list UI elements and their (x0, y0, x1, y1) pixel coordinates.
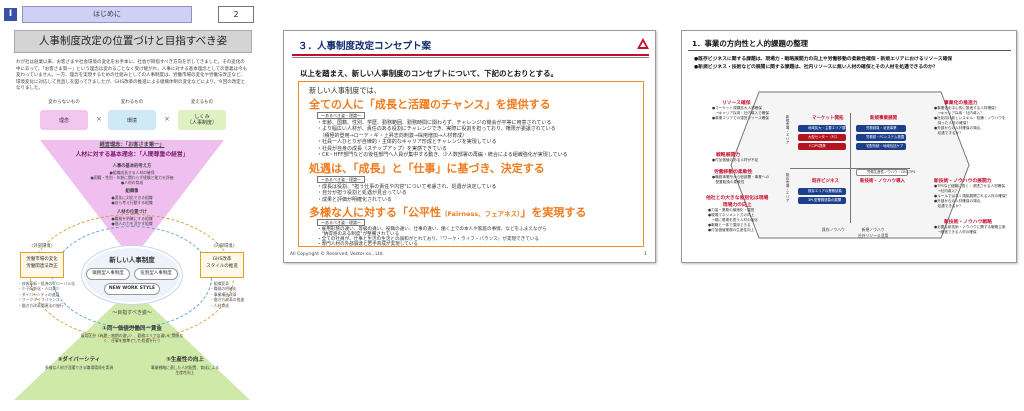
chapter-tab: はじめに (22, 6, 192, 23)
concept-lines-2: ・成長は役割、"担う仕事の責任や内容"について考慮され、処遇が決定している ・自… (317, 184, 497, 203)
quadrant-new-business: 新規事業展開 (870, 116, 897, 121)
pill-role-based: 役割型人事制度 (134, 268, 178, 280)
row-label-unchanged: 変わらないもの (48, 100, 80, 105)
slide3-bullet-1: ●既存ビジネスに関する課題は、現場力・戦略展開力の向上や労働移動の柔軟性確保・新… (694, 57, 953, 62)
quadrant-new-technology: 新技術・ノウハウ導入 (860, 179, 905, 184)
quadrant-market-development: マーケット開拓 (812, 116, 844, 121)
title-rule-gray (292, 57, 649, 58)
chip-tr-2: 労務請・FCシステム発掘 (856, 134, 906, 141)
right-bottom-notes: ●必要な新技術・ノウハウに関する戦略立案 →推進できる人材の確保 (934, 225, 1006, 234)
pill-job-based: 職務型人事制度 (86, 268, 130, 280)
right-mid-heading: 新技術・ノウハウの展開力 (934, 179, 992, 184)
slide1-title: 人事制度改定の位置づけと目指すべき姿 (14, 30, 252, 53)
jinzai-rinen: 人材に対する基本理念：「人間尊重の経営」 (75, 152, 189, 158)
box-philosophy: 理念 (40, 110, 88, 130)
concept-heading-3: 多様な人に対する「公平性（Fairness、フェアネス）」を実現する (309, 204, 586, 220)
left-bottom-notes: ●力量・業務の最適化・運営 ●現場マネジメント力の向上 →現に現場を担う人材の強… (708, 208, 758, 232)
slide1-header: I はじめに 2 (4, 6, 258, 24)
right-caption: 〈内部環境〉 (211, 244, 237, 249)
slide3-title: 1．事業の方向性と人的課題の整理 (692, 39, 809, 48)
left-bottom-heading: 他社との大きな差別化は現場 現場力の向上 (706, 196, 769, 208)
slide3-title-rule (688, 50, 1011, 51)
goal-3-note: 事業戦略に適した人材配置、育成による生産性向上 (150, 365, 220, 375)
left-mid-notes: ●付加価値のある人材が不足 (712, 158, 759, 162)
concept-heading-3-small: （Fairness、フェアネス） (441, 210, 521, 218)
slide1-intro: わが社は創業以来、お客さまや社会環境の変化をお手本に、社会が目指すべき方向を示し… (16, 60, 248, 92)
left-mid2-notes: ●職務事業所から他部署・事業への 配置転換の柔軟性 (712, 175, 770, 184)
chip-bl-1: 既存エリアの業務請負 (798, 188, 846, 195)
concept-heading-3-pre: 多様な人に対する「公平性 (309, 206, 441, 219)
concept-heading-2: 処遇は、「成長」と「仕事」に基づき、決定する (309, 162, 545, 175)
axis-existing-knowhow: 既存ノウハウ (822, 227, 845, 232)
axis-new-market: 新規市場・エリア (786, 115, 790, 144)
soshikizo-lines: ●変化に対応できる組織 ●自ら考え行動する組織 (111, 195, 153, 206)
slide-1[interactable]: I はじめに 2 人事制度改定の位置づけと目指すべき姿 わが社は創業以来、お客さ… (0, 0, 262, 411)
left-mid-heading: 戦略展開力 (716, 153, 740, 158)
chip-tl-1: 地域拡大・主要エリア展開 (798, 125, 849, 132)
goal-1: ①同一価値労働同一賃金 (102, 326, 162, 332)
slide-3[interactable]: 1．事業の方向性と人的課題の整理 ●既存ビジネスに関する課題は、現場力・戦略展開… (681, 30, 1017, 263)
concept-heading-1: 全ての人に「成長と活躍のチャンス」を提供する (309, 98, 551, 111)
left-env-list: ・技術革新・経済のグローバル化 ・少子高齢化・人口減少 ・ダイバーシティの進展 … (18, 281, 75, 308)
concept-lines-1: ・年齢、国籍、性別、学歴、勤務範囲、勤務時間に関わらず、チャレンジの機会が平等に… (317, 120, 568, 159)
left-caption: 〈外部環境〉 (29, 244, 55, 249)
left-mid2-heading: 労働移動の柔軟性 (714, 170, 753, 175)
right-top-notes: ●事業化を中心的に推進する人材確保？ →キャリア採用・社内導入？ ●社化向け新し… (934, 106, 1006, 135)
slide3-bullet-2: ●新規ビジネス・技術などの展開に関する課題は、社内リソースに無い人材の確保とその… (694, 65, 938, 70)
concept-tag-1: 〜あるべき姿・理論〜 (317, 112, 365, 119)
chip-tl-3: ドロPS提携 (798, 143, 846, 150)
row-label-to-change: 変えるもの (190, 100, 214, 105)
keiei-rinen: 経営理念：「お客さま第一」 (99, 142, 165, 148)
row-label-changing: 変わるもの (120, 100, 144, 105)
vector-logo-icon (637, 38, 649, 49)
right-mid-notes: ●TPSなど経験に長く・浸透させる人材確保 →社内導入？ ●ルールではなく頭脳展… (934, 184, 1010, 208)
pill-new-work-style: NEW WORK STYLE (104, 283, 160, 295)
times-sign: × (164, 115, 170, 123)
concept-lines-3: ・雇用形態の違い、等級の違い、役職の違い、仕事の違い、働く上での本人や家庭の事情… (317, 227, 547, 247)
slide-2[interactable]: ３．人事制度改定コンセプト案 以上を踏まえ、新しい人事制度のコンセプトについて、… (283, 30, 656, 263)
goal-1-note: 雇用区分（有期・無期の違い）、勤務エリアの違いに関係なく、仕事を基準とした処遇を… (80, 333, 184, 343)
slide2-copyright: All Copyright © Reserved, Vector co., Lt… (290, 252, 384, 257)
basic-thinking-lines: ●組織成長する人材の確保 ●国籍・性別・年齢に関わらず経験と能力を評価 ●人材の… (90, 170, 174, 186)
slide2-lead: 以上を踏まえ、新しい人事制度のコンセプトについて、下記のとおりとする。 (300, 69, 558, 78)
section-badge: I (4, 8, 17, 21)
right-env-box: GHS改革 スタイルの推進 (200, 252, 244, 278)
left-top-notes: ●マーケット規模拡大人材確保 →キャリア採用・社内導入で確保 ●事業エリアでの運… (712, 106, 769, 120)
new-system-title: 新しい人事制度 (109, 256, 155, 264)
left-top-heading: リソース確保 (722, 101, 751, 106)
axis-existing-market: 既存市場・エリア (786, 173, 790, 202)
quadrant-existing-business: 既存ビジネス (812, 179, 839, 184)
right-env-list: ・組織変革 ・職務の明確化 ・事業構造改革 ・働き方改革の推進 ・人材育成 (210, 281, 245, 308)
title-rule-red (292, 54, 649, 56)
slide2-page-number: 1 (644, 252, 647, 257)
page-number: 2 (218, 6, 254, 23)
slide2-title: ３．人事制度改定コンセプト案 (298, 41, 432, 52)
box-system: しくみ （人事制度） (178, 110, 226, 130)
goal-3: ③生産性の向上 (166, 357, 204, 363)
chip-tr-3: 宅配系統・地域包括ケア (856, 143, 906, 150)
concept-intro: 新しい人事制度では、 (309, 86, 381, 95)
concept-panel: 新しい人事制度では、 全ての人に「成長と活躍のチャンス」を提供する 〜あるべき姿… (298, 81, 644, 247)
concept-tag-2: 〜あるべき姿・理論〜 (317, 176, 365, 183)
concept-tag-3: 〜あるべき姿・理論〜 (317, 219, 365, 226)
left-env-box: 労働市場の変化 労働関連法改正 (20, 252, 64, 278)
chip-tl-2: 大型センター（FC） (798, 134, 846, 141)
goal-2-note: 多様な人材が活躍できる職場環境を実現 (44, 365, 114, 370)
right-bottom-heading: 新技術・ノウハウ戦略 (944, 220, 992, 225)
chip-tr-1: 労務請負・派遣事業 (856, 125, 906, 132)
axis-new-knowhow: 新規ノウハウ 社外リソース活用 (858, 227, 889, 238)
chip-bl-2: 3PL型業務請負の展開 (798, 197, 846, 204)
times-sign: × (96, 115, 102, 123)
right-top-heading: 事業化の推進力 (944, 101, 978, 106)
goal-2: ②ダイバーシティ (57, 357, 101, 363)
concept-heading-3-post: 」を実現する (520, 206, 587, 219)
box-environment: 環境 (108, 110, 156, 130)
chip-br-1: 労働生産性ノウハウ・CB＆TPS (856, 169, 915, 176)
goal-label: 〜目指すべき姿〜 (112, 310, 152, 316)
